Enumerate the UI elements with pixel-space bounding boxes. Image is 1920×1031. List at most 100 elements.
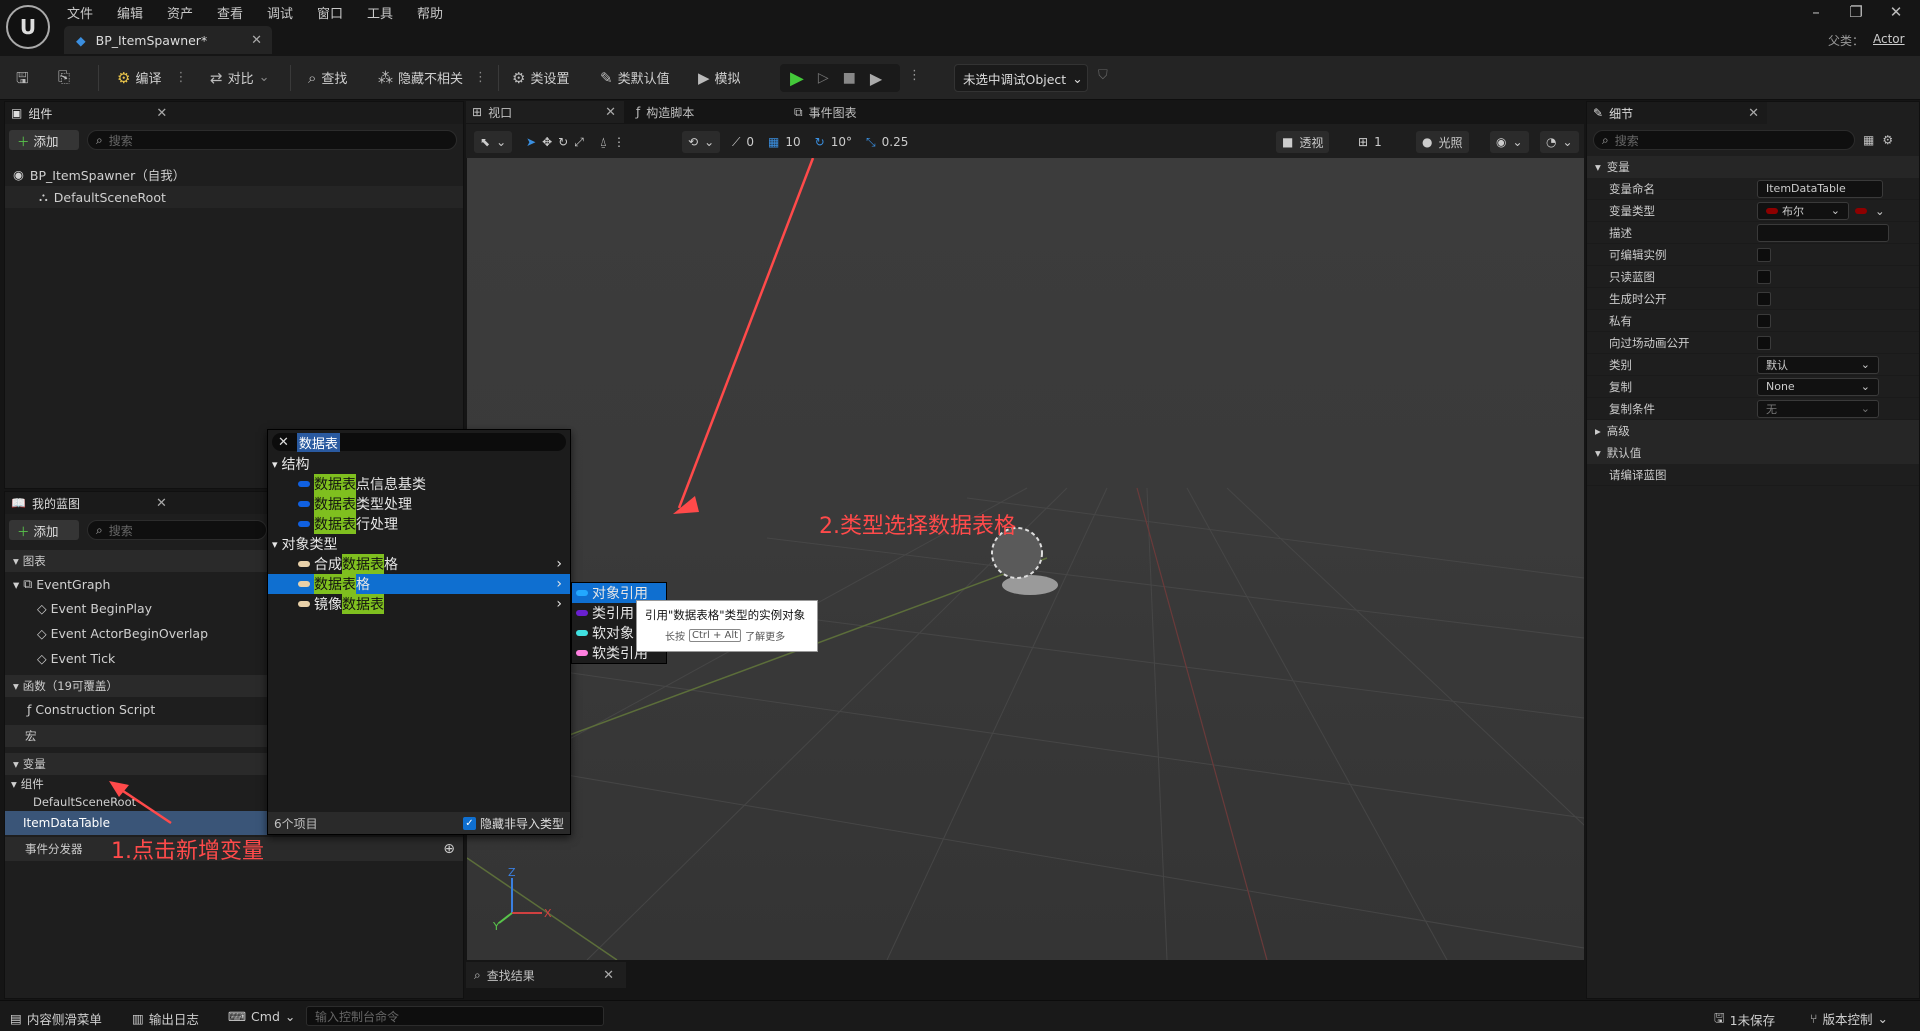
close-icon[interactable]: ✕ — [605, 105, 616, 120]
select-mode-dropdown[interactable]: ⬉ ⌄ — [474, 131, 513, 153]
browse-icon[interactable]: ⎘ — [58, 68, 70, 86]
table-view-icon[interactable]: ▦ — [1863, 133, 1874, 147]
more-icon[interactable]: ⋮ — [613, 135, 625, 149]
menu-file[interactable]: 文件 — [67, 3, 93, 22]
document-tab[interactable]: ◆ BP_ItemSpawner* ✕ — [64, 26, 272, 54]
restore-icon[interactable]: ❐ — [1836, 0, 1876, 24]
container-type-dropdown[interactable]: ⌄ — [1855, 204, 1885, 218]
scale-snap-value[interactable]: 0.25 — [882, 135, 909, 149]
cmd-dropdown[interactable]: ⌨ Cmd ⌄ — [228, 1009, 295, 1024]
structure-category[interactable]: ▾ 结构 — [268, 454, 570, 474]
details-search-input[interactable]: ⌕ 搜索 — [1593, 130, 1855, 150]
grid-snap-value[interactable]: 10 — [785, 135, 800, 149]
category-combo[interactable]: 默认 ⌄ — [1757, 355, 1879, 374]
menu-view[interactable]: 查看 — [217, 3, 243, 22]
variable-type-dropdown[interactable]: 布尔 ⌄ — [1757, 201, 1849, 220]
coordinate-space-dropdown[interactable]: ⟲ ⌄ — [682, 131, 721, 153]
replication-condition-dropdown[interactable]: 无 ⌄ — [1757, 399, 1879, 418]
type-item[interactable]: 镜像 数据表 › — [268, 594, 570, 614]
private-checkbox[interactable] — [1757, 313, 1771, 328]
simulate-button[interactable]: ▶ 模拟 — [698, 68, 741, 88]
snap-value[interactable]: 0 — [746, 135, 754, 149]
blueprint-search-input[interactable]: ⌕ 搜索 — [87, 520, 267, 540]
default-value-category[interactable]: ▾ 默认值 — [1587, 442, 1919, 464]
components-search-input[interactable]: ⌕ 搜索 — [87, 130, 457, 150]
console-input[interactable]: 输入控制台命令 — [306, 1006, 604, 1026]
surface-snap-icon[interactable]: ⍙ — [600, 135, 607, 150]
add-component-button[interactable]: ＋添加 — [9, 130, 79, 150]
output-log-button[interactable]: ▥ 输出日志 — [132, 1009, 199, 1028]
class-settings-button[interactable]: ⚙ 类设置 — [512, 68, 569, 88]
component-root-item[interactable]: ◉ BP_ItemSpawner（自我） — [5, 162, 463, 186]
select-tool-icon[interactable]: ➤ — [526, 135, 536, 149]
menu-asset[interactable]: 资产 — [167, 3, 193, 22]
menu-debug[interactable]: 调试 — [267, 3, 293, 22]
type-item[interactable]: 数据表 点信息基类 — [268, 474, 570, 494]
rotate-snap-value[interactable]: 10° — [831, 135, 852, 149]
description-input[interactable] — [1757, 223, 1889, 242]
compile-button[interactable]: ⚙ 编译 ⋮ — [117, 68, 187, 88]
performance-dropdown[interactable]: ◔ ⌄ — [1540, 131, 1579, 153]
close-icon[interactable]: ✕ — [156, 496, 167, 511]
type-search-input[interactable]: ✕ 数据表 — [272, 432, 566, 452]
eject-icon[interactable]: ▶ — [870, 69, 882, 88]
tab-find-results[interactable]: ⌕ 查找结果 ✕ — [466, 962, 626, 988]
readonly-checkbox[interactable] — [1757, 269, 1771, 284]
parent-class-link[interactable]: Actor — [1873, 32, 1905, 46]
add-circle-icon[interactable]: ⊕ — [443, 841, 455, 857]
close-icon[interactable]: ✕ — [251, 33, 262, 48]
tab-viewport[interactable]: ⊞ 视口 ✕ — [466, 101, 624, 123]
hide-non-imported-toggle[interactable]: ✓ 隐藏非导入类型 — [462, 815, 564, 832]
instance-editable-checkbox[interactable] — [1757, 247, 1771, 262]
menu-help[interactable]: 帮助 — [417, 3, 443, 22]
content-drawer-button[interactable]: ▤ 内容侧滑菜单 — [10, 1009, 102, 1028]
type-item[interactable]: 数据表 行处理 — [268, 514, 570, 534]
scale-tool-icon[interactable]: ⤢ — [574, 135, 584, 150]
stop-icon[interactable]: ■ — [843, 70, 856, 86]
clear-icon[interactable]: ✕ — [278, 435, 289, 450]
minimize-icon[interactable]: – — [1796, 0, 1836, 24]
rotate-tool-icon[interactable]: ↻ — [558, 135, 568, 149]
close-icon[interactable]: ✕ — [1748, 106, 1759, 121]
components-tab[interactable]: ▣ 组件 ✕ — [5, 102, 463, 124]
type-item[interactable]: 数据表 类型处理 — [268, 494, 570, 514]
step-icon[interactable]: ▷ — [818, 70, 829, 86]
source-control-button[interactable]: ⑂ 版本控制 ⌄ — [1810, 1009, 1888, 1028]
show-flags-dropdown[interactable]: ◉ ⌄ — [1490, 131, 1529, 153]
hide-unrelated-button[interactable]: ⁂ 隐藏不相关 ⋮ — [378, 68, 487, 88]
debug-filter-icon[interactable]: ⛉ — [1098, 68, 1108, 83]
close-window-icon[interactable]: ✕ — [1876, 0, 1916, 24]
variables-category[interactable]: ▾ 变量 — [1587, 156, 1919, 178]
menu-window[interactable]: 窗口 — [317, 3, 343, 22]
move-tool-icon[interactable]: ✥ — [542, 135, 552, 149]
unreal-logo[interactable]: U — [6, 5, 50, 49]
camera-speed[interactable]: ⊞ 1 — [1352, 131, 1388, 153]
tab-event-graph[interactable]: ⧉ 事件图表 — [794, 101, 857, 123]
close-icon[interactable]: ✕ — [156, 106, 167, 121]
close-icon[interactable]: ✕ — [603, 968, 614, 983]
add-member-button[interactable]: ＋添加 — [9, 520, 79, 540]
play-icon[interactable]: ▶ — [790, 68, 804, 89]
surface-snap-toggle[interactable]: ⟋ — [732, 135, 740, 150]
scale-snap-icon[interactable]: ⤡ — [866, 135, 876, 150]
view-mode-dropdown[interactable]: ■ 透视 — [1276, 131, 1330, 153]
expose-cinematics-checkbox[interactable] — [1757, 335, 1771, 350]
type-item[interactable]: 合成 数据表格 › — [268, 554, 570, 574]
lit-mode-dropdown[interactable]: ● 光照 — [1416, 131, 1469, 153]
type-item-selected[interactable]: 数据表格 › — [268, 574, 570, 594]
settings-icon[interactable]: ⚙ — [1882, 133, 1893, 147]
tab-construction-script[interactable]: ƒ 构造脚本 — [636, 101, 694, 123]
unsaved-button[interactable]: 🖫 1未保存 — [1714, 1009, 1775, 1030]
class-defaults-button[interactable]: ✎ 类默认值 — [600, 68, 670, 88]
rotate-snap-icon[interactable]: ↻ — [815, 135, 825, 149]
save-icon[interactable]: 🖫 — [16, 68, 29, 93]
replication-dropdown[interactable]: None ⌄ — [1757, 377, 1879, 396]
details-tab[interactable]: ✎ 细节 ✕ — [1587, 102, 1767, 124]
component-item[interactable]: ⛬ DefaultSceneRoot — [5, 186, 463, 208]
diff-button[interactable]: ⇄ 对比 ⌄ — [210, 68, 270, 88]
menu-tools[interactable]: 工具 — [367, 3, 393, 22]
object-types-category[interactable]: ▾ 对象类型 — [268, 534, 570, 554]
expose-on-spawn-checkbox[interactable] — [1757, 291, 1771, 306]
find-button[interactable]: ⌕ 查找 — [308, 68, 347, 88]
menu-edit[interactable]: 编辑 — [117, 3, 143, 22]
